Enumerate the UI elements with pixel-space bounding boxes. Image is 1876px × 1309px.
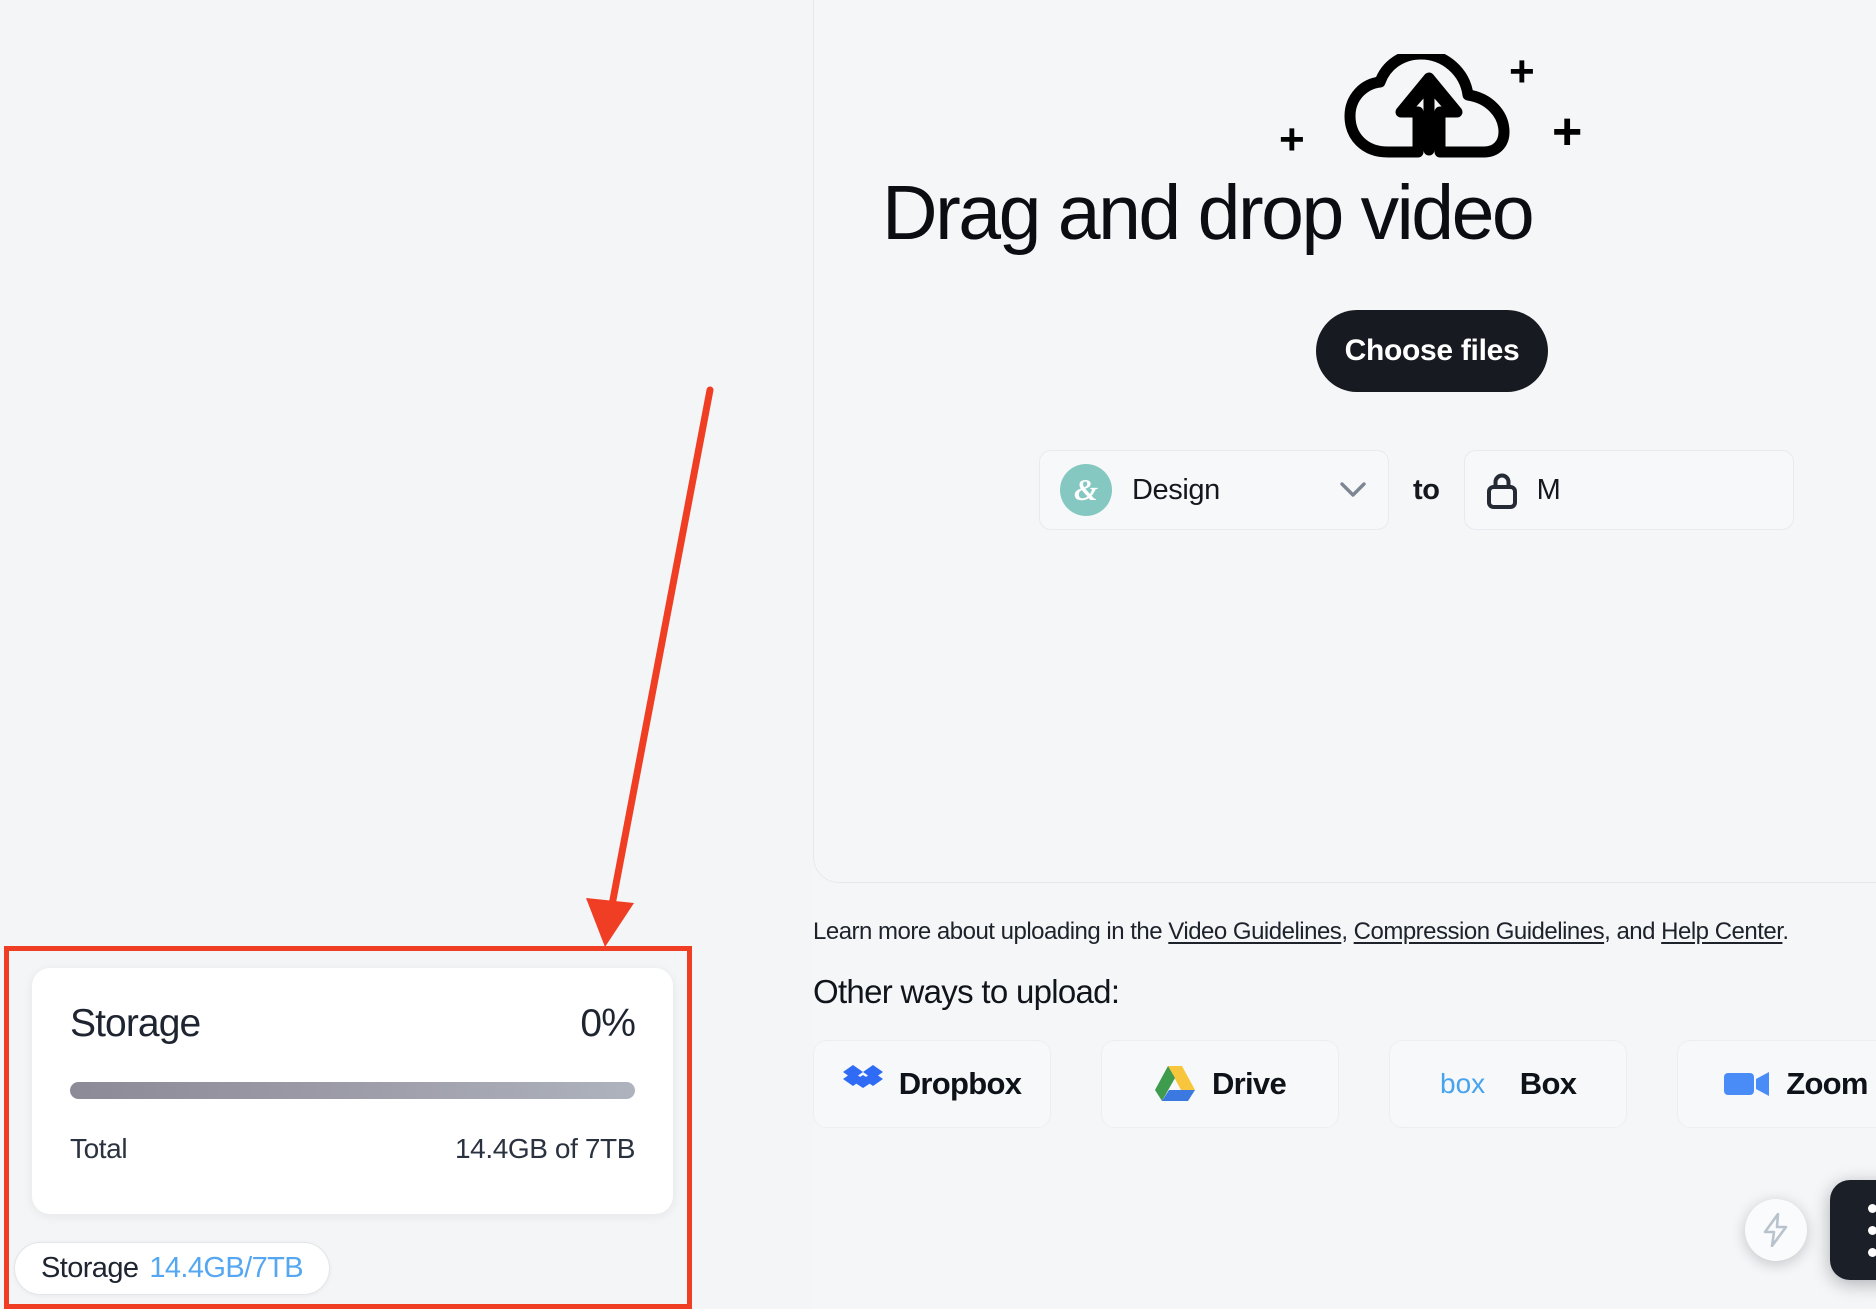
other-ways-to-upload-heading: Other ways to upload:	[813, 973, 1120, 1010]
box-label: Box	[1519, 1066, 1577, 1101]
dropzone-inner: + + + Drag and drop video Choose files &…	[814, 0, 1876, 882]
zoom-label: Zoom	[1786, 1066, 1868, 1101]
upload-from-drive-button[interactable]: Drive	[1101, 1040, 1339, 1128]
storage-total-label: Total	[70, 1133, 128, 1164]
google-drive-icon	[1154, 1066, 1195, 1101]
apps-grid-button[interactable]	[1830, 1180, 1876, 1280]
page-root: + + + Drag and drop video Choose files &…	[0, 0, 1876, 1309]
compression-guidelines-link[interactable]: Compression Guidelines	[1354, 918, 1605, 945]
dropbox-icon	[842, 1065, 883, 1088]
lock-icon	[1485, 469, 1519, 511]
cloud-upload-icon	[1344, 54, 1510, 158]
storage-pill-value: 14.4GB/7TB	[149, 1252, 303, 1284]
cloud-upload-illustration: + + +	[1269, 40, 1599, 170]
video-dropzone[interactable]: + + + Drag and drop video Choose files &…	[813, 0, 1876, 883]
storage-total-value: 14.4GB of 7TB	[454, 1133, 635, 1164]
quick-action-bolt-button[interactable]	[1745, 1199, 1807, 1261]
lightning-bolt-icon	[1763, 1213, 1788, 1247]
learn-sep-1: ,	[1341, 918, 1354, 945]
learn-more-text: Learn more about uploading in the Video …	[813, 918, 1789, 946]
apps-grid-icon	[1868, 1203, 1876, 1257]
sparkle-plus-icon-top-right: +	[1509, 47, 1535, 96]
storage-pill-label: Storage	[41, 1252, 139, 1284]
upload-from-zoom-button[interactable]: Zoom	[1677, 1040, 1876, 1128]
privacy-selector-dropdown[interactable]: M	[1463, 450, 1794, 530]
storage-card-header: Storage 0%	[70, 1002, 636, 1046]
upload-from-dropbox-button[interactable]: Dropbox	[813, 1040, 1051, 1128]
help-center-link[interactable]: Help Center	[1661, 918, 1783, 945]
storage-percent: 0%	[580, 1002, 635, 1045]
sparkle-plus-icon-left: +	[1279, 115, 1305, 164]
storage-pill-button[interactable]: Storage 14.4GB/7TB	[14, 1242, 330, 1295]
upload-destination-row: & Design to M	[1039, 450, 1794, 530]
destination-to-label: to	[1413, 473, 1440, 506]
dropzone-headline: Drag and drop video	[882, 170, 1535, 256]
sparkle-plus-icon-right: +	[1552, 103, 1583, 161]
storage-card-footer: Total 14.4GB of 7TB	[70, 1133, 635, 1165]
storage-progress-bar	[70, 1082, 635, 1099]
learn-sep-2: , and	[1604, 918, 1662, 945]
svg-text:box: box	[1440, 1068, 1485, 1099]
other-upload-services-row: Dropbox Drive box Box Zoom	[813, 1040, 1876, 1128]
drive-label: Drive	[1211, 1066, 1287, 1101]
learn-more-prefix: Learn more about uploading in the	[813, 918, 1169, 945]
team-name-label: Design	[1132, 473, 1220, 506]
team-selector-dropdown[interactable]: & Design	[1039, 450, 1389, 530]
main-content-column: + + + Drag and drop video Choose files &…	[813, 0, 1876, 1309]
storage-title: Storage	[70, 1002, 201, 1045]
chevron-down-icon[interactable]	[1340, 482, 1366, 498]
zoom-icon	[1724, 1072, 1770, 1096]
upload-from-box-button[interactable]: box Box	[1389, 1040, 1627, 1128]
learn-more-suffix: .	[1782, 918, 1789, 945]
video-guidelines-link[interactable]: Video Guidelines	[1168, 918, 1342, 945]
box-icon: box	[1440, 1068, 1485, 1099]
team-avatar: &	[1060, 464, 1112, 516]
dropbox-label: Dropbox	[898, 1066, 1022, 1101]
storage-card: Storage 0% Total 14.4GB of 7TB	[32, 968, 673, 1214]
privacy-label: M	[1536, 473, 1561, 506]
choose-files-button[interactable]: Choose files	[1316, 310, 1548, 392]
